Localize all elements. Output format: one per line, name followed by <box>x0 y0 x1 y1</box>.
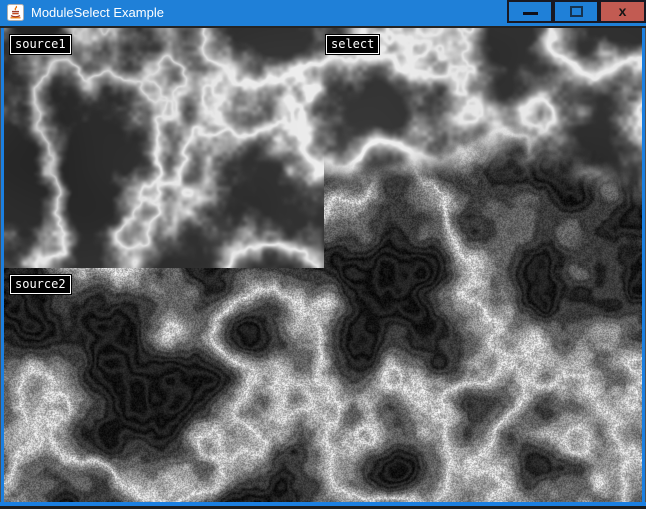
panel-label-select: select <box>326 35 379 54</box>
close-button[interactable]: x <box>599 0 646 23</box>
maximize-button[interactable] <box>553 0 599 23</box>
source2-noise-image <box>4 268 642 502</box>
maximize-square-icon <box>570 6 583 17</box>
minimize-dash-icon <box>523 12 538 15</box>
titlebar[interactable]: ModuleSelect Example x <box>0 0 646 28</box>
window-border-right <box>642 28 646 509</box>
minimize-button[interactable] <box>507 0 553 23</box>
source1-noise-image <box>4 28 324 268</box>
close-x-icon: x <box>619 4 627 18</box>
render-client-area: source1 select source2 <box>4 28 642 502</box>
java-coffee-cup-icon <box>7 4 24 21</box>
window-title: ModuleSelect Example <box>31 0 164 26</box>
panel-label-source2: source2 <box>10 275 71 294</box>
app-window: ModuleSelect Example x source1 select so… <box>0 0 646 509</box>
window-border-bottom <box>0 502 646 509</box>
window-border-left <box>0 28 4 509</box>
window-controls: x <box>507 0 646 27</box>
panel-label-source1: source1 <box>10 35 71 54</box>
